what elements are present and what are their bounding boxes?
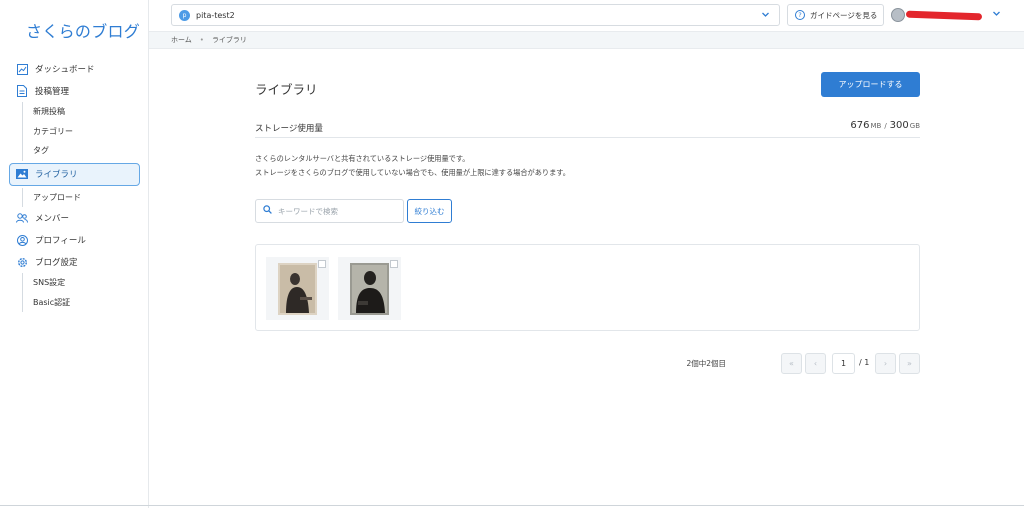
total-pages: / 1	[859, 358, 870, 367]
sidebar-item-sns-settings[interactable]: SNS設定	[33, 273, 149, 293]
sidebar-item-members[interactable]: メンバー	[0, 207, 149, 229]
sidebar-item-upload[interactable]: アップロード	[33, 188, 149, 208]
sidebar-item-label: メンバー	[35, 214, 70, 224]
upload-button[interactable]: アップロードする	[821, 72, 920, 97]
pagination-info: 2個中2個目	[686, 359, 726, 368]
current-page[interactable]: 1	[832, 353, 855, 374]
main-content: ライブラリ アップロードする ストレージ使用量 676 MB / 300 GB …	[149, 49, 1024, 508]
page-title: ライブラリ	[255, 82, 318, 97]
image-icon	[16, 168, 28, 180]
top-bar: p pita-test2 ? ガイドページを見る	[149, 0, 1024, 31]
library-submenu: アップロード	[22, 187, 149, 208]
site-selector[interactable]: p pita-test2	[171, 4, 780, 26]
prev-page-button[interactable]: ‹	[805, 353, 826, 374]
members-icon	[16, 212, 28, 224]
posts-submenu: 新規投稿 カテゴリー タグ	[22, 102, 149, 161]
sidebar-item-library[interactable]: ライブラリ	[9, 162, 140, 186]
select-checkbox[interactable]	[318, 260, 326, 268]
help-icon: ?	[795, 10, 805, 20]
description-line: ストレージをさくらのブログで使用していない場合でも、使用量が上限に達する場合があ…	[255, 168, 570, 177]
divider	[255, 137, 920, 138]
search-box	[255, 199, 404, 223]
first-page-button[interactable]: «	[781, 353, 802, 374]
sidebar-item-new-post[interactable]: 新規投稿	[33, 102, 149, 122]
storage-used-unit: MB	[870, 122, 882, 130]
last-page-button[interactable]: »	[899, 353, 920, 374]
storage-separator: /	[884, 122, 887, 130]
sidebar-item-label: プロフィール	[35, 236, 86, 246]
storage-usage: 676 MB / 300 GB	[850, 120, 920, 131]
app-logo[interactable]: さくらのブログ	[26, 18, 140, 42]
media-gallery	[255, 244, 920, 331]
avatar	[891, 8, 905, 22]
sidebar-item-blog-settings[interactable]: ブログ設定	[0, 251, 149, 273]
media-thumbnail[interactable]	[266, 257, 329, 320]
sidebar-item-label: ライブラリ	[35, 170, 78, 180]
redacted-username	[905, 10, 983, 20]
profile-icon	[16, 234, 28, 246]
sidebar-item-category[interactable]: カテゴリー	[33, 122, 149, 142]
pagination: 2個中2個目 « ‹ 1 / 1 › »	[149, 353, 920, 375]
post-icon	[16, 85, 28, 97]
site-name: pita-test2	[196, 10, 235, 20]
sidebar-item-basic-auth[interactable]: Basic認証	[33, 293, 149, 313]
dashboard-icon	[16, 63, 28, 75]
bottom-border	[0, 505, 1024, 506]
search-input[interactable]	[278, 206, 398, 216]
chevron-down-icon	[992, 9, 1001, 21]
sidebar-item-label: ダッシュボード	[35, 65, 95, 75]
user-menu[interactable]	[891, 4, 1001, 26]
filter-button[interactable]: 絞り込む	[407, 199, 452, 223]
site-badge: p	[179, 9, 190, 21]
storage-used: 676	[850, 120, 870, 131]
sidebar: さくらのブログ ダッシュボード 投稿管理 新規投稿 カテゴリー タグ ライブラリ	[0, 0, 149, 508]
select-checkbox[interactable]	[390, 260, 398, 268]
sidebar-item-posts[interactable]: 投稿管理	[0, 80, 149, 102]
guide-page-button[interactable]: ? ガイドページを見る	[787, 4, 884, 26]
storage-total: 300	[889, 120, 909, 131]
breadcrumb-home[interactable]: ホーム	[171, 35, 192, 45]
search-icon	[263, 205, 272, 217]
storage-label: ストレージ使用量	[255, 124, 323, 134]
sidebar-item-label: 投稿管理	[35, 87, 70, 97]
sidebar-item-label: ブログ設定	[35, 258, 78, 268]
breadcrumb-current: ライブラリ	[211, 36, 247, 44]
storage-description: さくらのレンタルサーバと共有されているストレージ使用量です。 ストレージをさくら…	[255, 152, 570, 180]
storage-total-unit: GB	[909, 122, 920, 130]
next-page-button[interactable]: ›	[875, 353, 896, 374]
settings-submenu: SNS設定 Basic認証	[22, 273, 149, 312]
media-thumbnail[interactable]	[338, 257, 401, 320]
breadcrumb: ホーム • ライブラリ	[149, 31, 1024, 49]
sidebar-item-profile[interactable]: プロフィール	[0, 229, 149, 251]
guide-label: ガイドページを見る	[810, 10, 878, 20]
chevron-down-icon	[761, 10, 770, 21]
sidebar-item-dashboard[interactable]: ダッシュボード	[0, 58, 149, 80]
sidebar-nav: ダッシュボード 投稿管理 新規投稿 カテゴリー タグ ライブラリ アップロード	[0, 58, 149, 312]
breadcrumb-separator: •	[199, 36, 204, 44]
gear-icon	[16, 256, 28, 268]
sidebar-item-tag[interactable]: タグ	[33, 141, 149, 161]
description-line: さくらのレンタルサーバと共有されているストレージ使用量です。	[255, 154, 470, 163]
